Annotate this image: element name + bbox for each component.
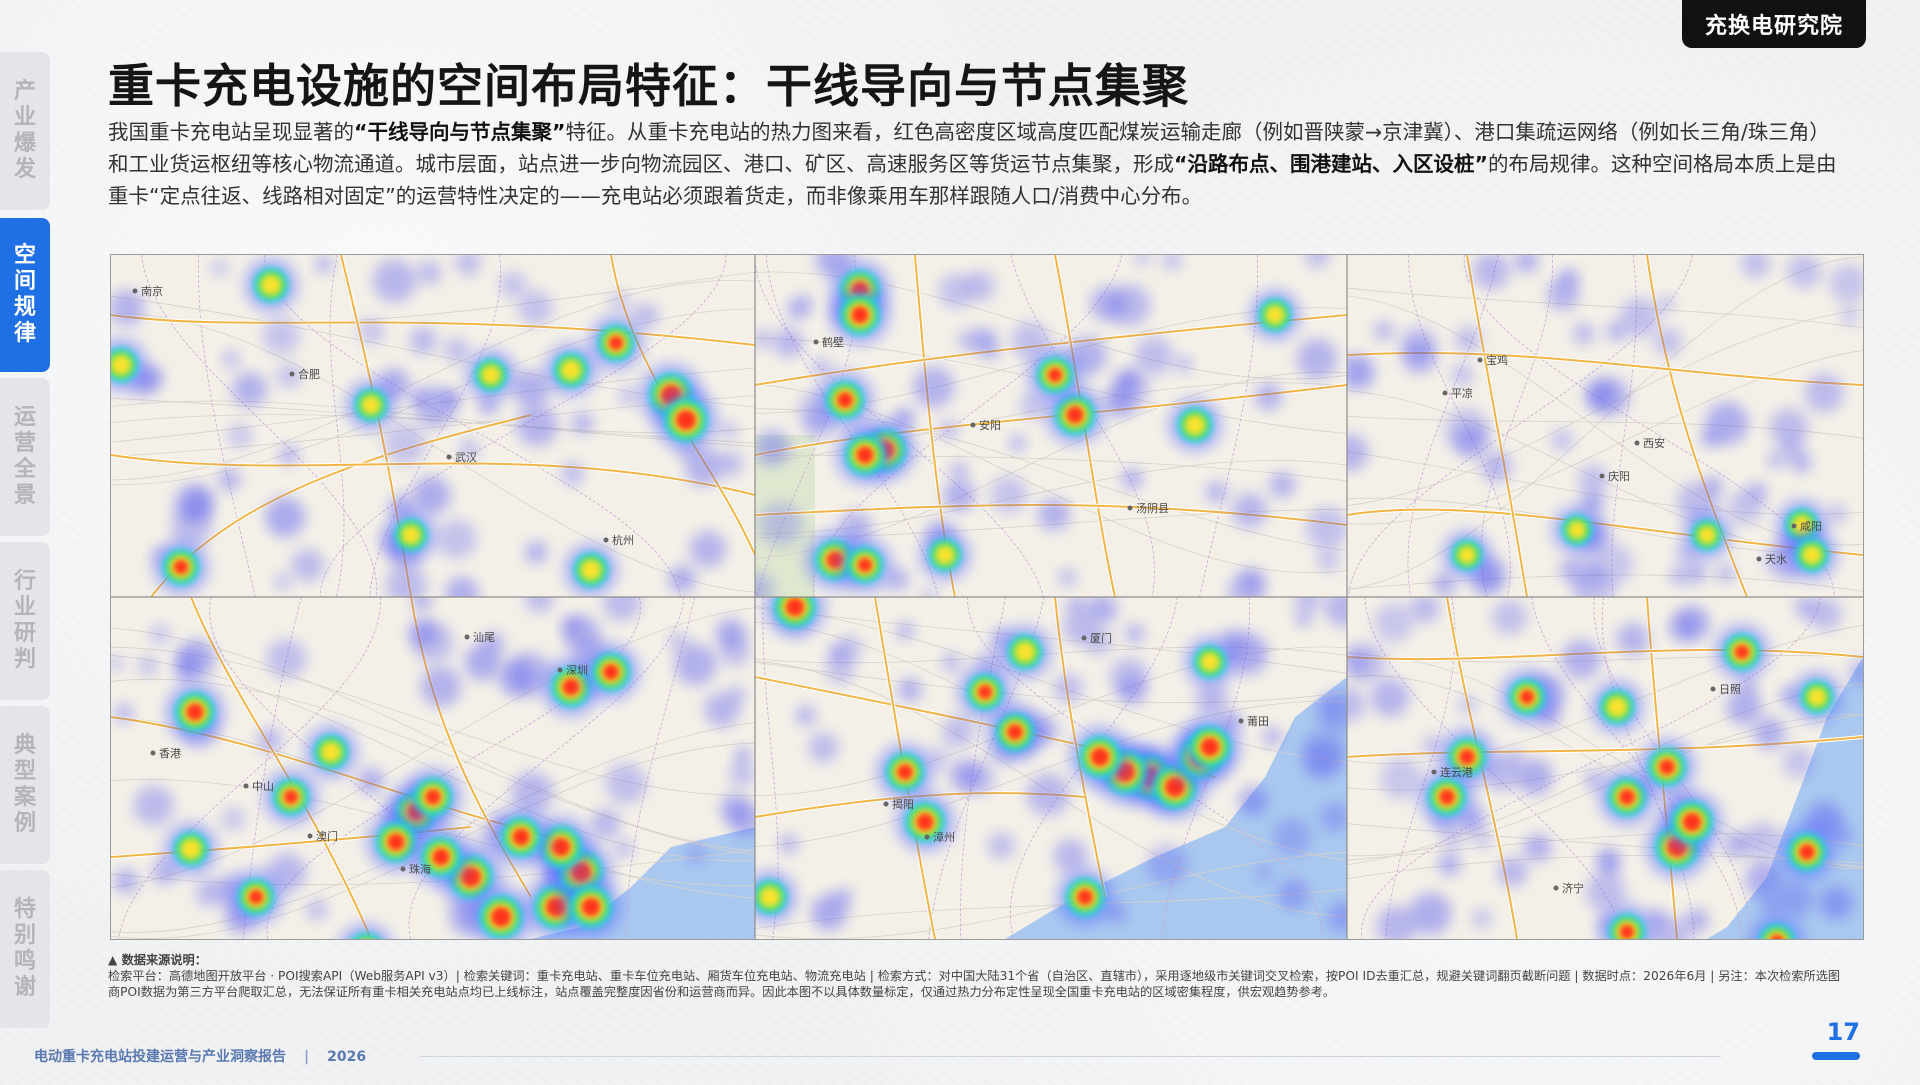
page-title: 重卡充电设施的空间布局特征：干线导向与节点集聚 [108,59,1189,113]
heatmap-svg: 南京合肥武汉杭州鹤壁安阳汤阴县平凉庆阳天水宝鸡西安咸阳中山珠海深圳香港澳门汕尾漳… [111,255,1863,939]
map-city-label: 安阳 [979,418,1001,432]
note-label: ▲ 数据来源说明： [108,953,207,967]
map-city-label: 揭阳 [892,797,914,811]
note-text: 检索平台：高德地图开放平台 · POI搜索API（Web服务API v3）| 检… [108,969,1841,999]
map-city-label: 厦门 [1090,631,1112,645]
footer-separator: | [304,1049,310,1065]
nav-item-label: 运营全景 [13,405,36,508]
nav-item-operations[interactable]: 运营全景 [0,378,50,536]
map-city-label: 合肥 [298,367,320,381]
nav-item-label: 空间规律 [13,243,36,346]
map-city-label: 珠海 [409,862,431,876]
map-panel: 漳州 厦门莆田揭阳 [755,597,1347,939]
map-city-label: 西安 [1643,436,1665,450]
nav-item-label: 行业研判 [13,569,36,672]
map-panel: 中山珠海 深圳香港澳门 汕尾 [111,597,755,939]
map-city-label: 汕尾 [473,631,495,644]
page-number: 17 [1826,1018,1860,1046]
map-city-label: 庆阳 [1608,469,1630,483]
map-city-label: 连云港 [1440,766,1473,779]
nav-item-thanks[interactable]: 特别鸣谢 [0,870,50,1028]
footer-line [420,1056,1720,1057]
map-panel: 平凉庆阳天水 宝鸡西安咸阳 [1347,255,1863,597]
intro-highlight: “干线导向与节点集聚” [354,120,566,144]
page-indicator-bar [1812,1052,1860,1060]
nav-item-industry-boom[interactable]: 产业爆发 [0,52,50,210]
footer-report: 电动重卡充电站投建运营与产业洞察报告 [34,1049,286,1065]
map-panel: 济宁 日照连云港 [1347,597,1863,939]
nav-item-label: 特别鸣谢 [13,897,36,1000]
nav-item-industry-outlook[interactable]: 行业研判 [0,542,50,700]
nav-item-spatial[interactable]: 空间规律 [0,218,50,372]
map-city-label: 莆田 [1247,715,1269,728]
map-city-label: 天水 [1765,553,1787,566]
map-city-label: 汤阴县 [1136,501,1169,515]
nav-item-label: 产业爆发 [13,79,36,182]
map-city-label: 中山 [252,780,274,793]
nav-item-cases[interactable]: 典型案例 [0,706,50,864]
map-city-label: 平凉 [1451,386,1473,400]
map-city-label: 南京 [141,284,163,298]
heatmap-grid: 南京 合肥 武汉 杭州 鹤壁 安阳 汤阴县 平凉 庆阳 天水 宝鸡 西安 咸阳 中山 珠海 深圳 香港 澳门 汕尾漳… [110,254,1864,940]
map-panel: 鹤壁安阳汤阴县 [755,255,1347,597]
map-city-label: 宝鸡 [1486,353,1508,367]
map-city-label: 日照 [1719,683,1741,696]
nav-item-label: 典型案例 [13,733,36,836]
map-panel: 南京合肥武汉杭州 [111,255,755,597]
map-city-label: 杭州 [612,533,634,547]
map-city-label: 深圳 [566,664,588,677]
map-city-label: 漳州 [933,830,955,844]
brand-tag: 充换电研究院 [1682,0,1866,48]
map-city-label: 济宁 [1562,881,1584,895]
footer-year: 2026 [327,1049,367,1065]
intro-highlight: “沿路布点、围港建站、入区设桩” [1174,152,1488,176]
map-city-label: 鹤壁 [822,335,844,349]
footer: 电动重卡充电站投建运营与产业洞察报告 | 2026 [34,1046,366,1066]
map-city-label: 澳门 [316,829,338,843]
map-city-label: 武汉 [455,451,477,464]
map-city-label: 咸阳 [1800,520,1822,533]
map-city-label: 香港 [159,747,181,760]
intro-paragraph: 我国重卡充电站呈现显著的“干线导向与节点集聚”特征。从重卡充电站的热力图来看，红… [108,116,1848,212]
intro-text: 我国重卡充电站呈现显著的 [108,120,354,144]
data-source-note: ▲ 数据来源说明： 检索平台：高德地图开放平台 · POI搜索API（Web服务A… [108,952,1848,1000]
